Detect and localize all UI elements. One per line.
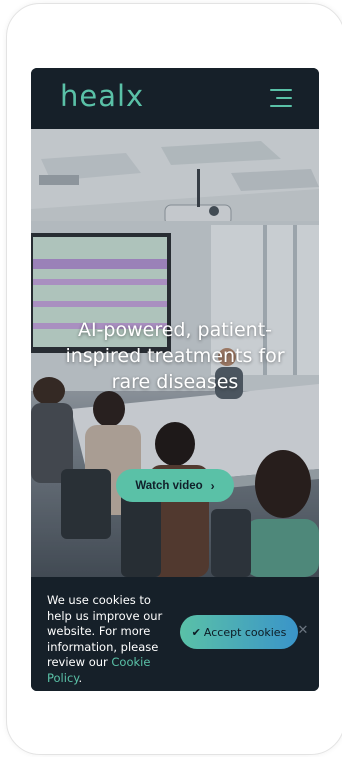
mobile-screen: healx AI-powered, patient-inspired treat… — [31, 68, 319, 691]
cookie-message: We use cookies to help us improve our we… — [47, 593, 179, 686]
chevron-right-icon: › — [210, 478, 215, 493]
checkmark-icon: ✔ — [191, 625, 201, 639]
hero-section: AI-powered, patient-inspired treatments … — [31, 129, 319, 577]
watch-video-button[interactable]: Watch video › — [116, 469, 234, 502]
menu-line-icon — [270, 89, 292, 91]
hamburger-menu-button[interactable] — [270, 89, 292, 107]
hero-heading: AI-powered, patient-inspired treatments … — [65, 319, 285, 393]
menu-line-icon — [270, 105, 292, 107]
watch-video-label: Watch video — [135, 479, 203, 492]
close-icon[interactable]: ✕ — [296, 623, 310, 639]
top-navbar: healx — [31, 68, 319, 129]
menu-line-icon — [276, 97, 292, 99]
accept-cookies-label: Accept cookies — [203, 625, 287, 639]
healx-logo[interactable]: healx — [60, 76, 144, 116]
cookie-banner: We use cookies to help us improve our we… — [31, 577, 319, 691]
cookie-message-period: . — [78, 670, 83, 685]
accept-cookies-button[interactable]: ✔ Accept cookies — [180, 615, 298, 649]
